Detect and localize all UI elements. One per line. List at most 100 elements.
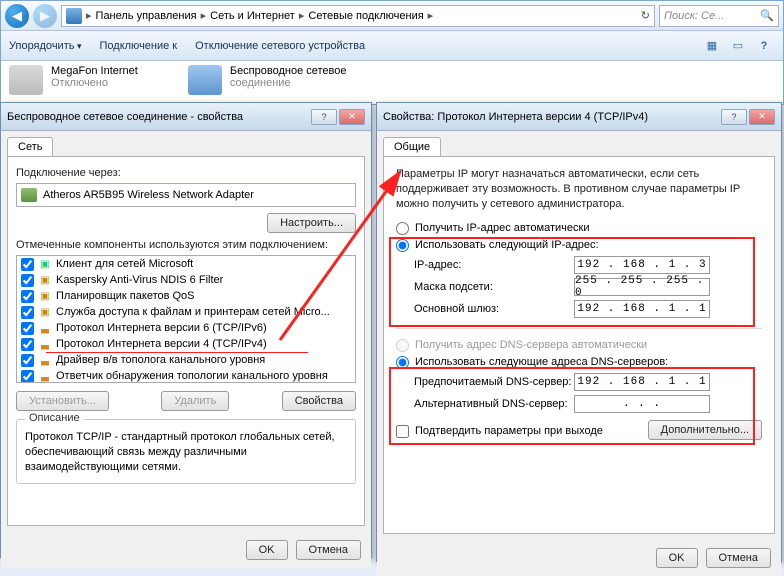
subnet-mask-label: Маска подсети: xyxy=(414,281,574,293)
help-button[interactable]: ? xyxy=(311,109,337,125)
toolbar: Упорядочить Подключение к Отключение сет… xyxy=(1,31,783,61)
subnet-mask-field[interactable]: 255 . 255 . 255 . 0 xyxy=(574,278,710,296)
search-input[interactable]: Поиск: Се... 🔍 xyxy=(659,5,779,27)
component-checkbox[interactable] xyxy=(21,354,34,367)
connection-name: Беспроводное сетевое xyxy=(230,65,347,77)
connect-via-label: Подключение через: xyxy=(16,167,356,179)
service-icon: ▣ xyxy=(38,289,52,303)
radio-obtain-dns-auto xyxy=(396,339,409,352)
dns2-label: Альтернативный DNS-сервер: xyxy=(414,398,574,410)
dialog-footer: OK Отмена xyxy=(1,532,371,568)
close-button[interactable]: ✕ xyxy=(339,109,365,125)
component-label: Драйвер в/в тополога канального уровня xyxy=(56,354,265,366)
breadcrumb-item[interactable]: Сетевые подключения xyxy=(308,10,423,22)
breadcrumb[interactable]: ▸ Панель управления ▸ Сеть и Интернет ▸ … xyxy=(61,5,655,27)
organize-menu[interactable]: Упорядочить xyxy=(9,40,82,52)
forward-button[interactable]: ▶ xyxy=(33,4,57,28)
dns1-field[interactable]: 192 . 168 . 1 . 1 xyxy=(574,373,710,391)
validate-checkbox[interactable] xyxy=(396,425,409,438)
radio-use-dns[interactable] xyxy=(396,356,409,369)
component-label: Ответчик обнаружения топологии канальног… xyxy=(56,370,328,382)
configure-button[interactable]: Настроить... xyxy=(267,213,356,233)
component-checkbox[interactable] xyxy=(21,338,34,351)
help-button[interactable]: ? xyxy=(721,109,747,125)
dialog-title: Беспроводное сетевое соединение - свойст… xyxy=(7,111,243,123)
highlight-underline xyxy=(46,352,308,353)
radio-label: Использовать следующие адреса DNS-сервер… xyxy=(415,356,668,368)
protocol-icon: ▃ xyxy=(38,369,52,383)
disable-device-button[interactable]: Отключение сетевого устройства xyxy=(195,40,365,52)
dialog-title: Свойства: Протокол Интернета версии 4 (T… xyxy=(383,111,648,123)
protocol-icon: ▃ xyxy=(38,321,52,335)
connection-properties-dialog: Беспроводное сетевое соединение - свойст… xyxy=(0,102,372,558)
component-checkbox[interactable] xyxy=(21,306,34,319)
protocol-icon: ▃ xyxy=(38,353,52,367)
tab-network[interactable]: Сеть xyxy=(7,137,53,156)
radio-label: Получить адрес DNS-сервера автоматически xyxy=(415,339,647,351)
radio-label: Получить IP-адрес автоматически xyxy=(415,222,589,234)
component-label: Kaspersky Anti-Virus NDIS 6 Filter xyxy=(56,274,223,286)
protocol-icon: ▃ xyxy=(38,337,52,351)
component-checkbox[interactable] xyxy=(21,274,34,287)
properties-button[interactable]: Свойства xyxy=(282,391,356,411)
ip-address-field[interactable]: 192 . 168 . 1 . 3 xyxy=(574,256,710,274)
component-checkbox[interactable] xyxy=(21,370,34,383)
component-label: Клиент для сетей Microsoft xyxy=(56,258,193,270)
connect-to-button[interactable]: Подключение к xyxy=(100,40,178,52)
ok-button[interactable]: OK xyxy=(246,540,288,560)
tab-body: Подключение через: Atheros AR5B95 Wirele… xyxy=(7,156,365,526)
components-label: Отмеченные компоненты используются этим … xyxy=(16,239,356,251)
view-icon[interactable]: ▦ xyxy=(701,35,723,57)
advanced-button[interactable]: Дополнительно... xyxy=(648,420,762,440)
adapter-name: Atheros AR5B95 Wireless Network Adapter xyxy=(43,189,254,201)
component-label: Служба доступа к файлам и принтерам сете… xyxy=(56,306,330,318)
close-button[interactable]: ✕ xyxy=(749,109,775,125)
titlebar: Свойства: Протокол Интернета версии 4 (T… xyxy=(377,103,781,131)
tab-general[interactable]: Общие xyxy=(383,137,441,156)
connection-status: соединение xyxy=(230,77,347,89)
connection-status: Отключено xyxy=(51,77,138,89)
radio-label: Использовать следующий IP-адрес: xyxy=(415,239,599,251)
cancel-button[interactable]: Отмена xyxy=(706,548,771,568)
description-text: Параметры IP могут назначаться автоматич… xyxy=(396,167,762,212)
connection-item[interactable]: Беспроводное сетевое соединение xyxy=(188,65,347,95)
address-bar: ◀ ▶ ▸ Панель управления ▸ Сеть и Интерне… xyxy=(1,1,783,31)
description-group: Описание Протокол TCP/IP - стандартный п… xyxy=(16,419,356,484)
install-button[interactable]: Установить... xyxy=(16,391,109,411)
component-label: Планировщик пакетов QoS xyxy=(56,290,195,302)
tabstrip: Общие xyxy=(377,131,781,156)
adapter-icon xyxy=(21,188,37,202)
radio-use-ip[interactable] xyxy=(396,239,409,252)
control-panel-icon xyxy=(66,8,82,24)
remove-button[interactable]: Удалить xyxy=(161,391,229,411)
service-icon: ▣ xyxy=(38,305,52,319)
components-list[interactable]: ▣ Клиент для сетей Microsoft ▣ Kaspersky A… xyxy=(16,255,356,383)
ok-button[interactable]: OK xyxy=(656,548,698,568)
component-label: Протокол Интернета версии 6 (TCP/IPv6) xyxy=(56,322,267,334)
dns1-label: Предпочитаемый DNS-сервер: xyxy=(414,376,574,388)
cancel-button[interactable]: Отмена xyxy=(296,540,361,560)
description-text: Протокол TCP/IP - стандартный протокол г… xyxy=(25,430,347,475)
client-icon: ▣ xyxy=(38,257,52,271)
preview-icon[interactable]: ▭ xyxy=(727,35,749,57)
back-button[interactable]: ◀ xyxy=(5,4,29,28)
network-icon xyxy=(9,65,43,95)
adapter-field: Atheros AR5B95 Wireless Network Adapter xyxy=(16,183,356,207)
component-checkbox[interactable] xyxy=(21,258,34,271)
validate-label: Подтвердить параметры при выходе xyxy=(415,425,603,437)
ipv4-properties-dialog: Свойства: Протокол Интернета версии 4 (T… xyxy=(376,102,782,562)
component-checkbox[interactable] xyxy=(21,290,34,303)
dns2-field[interactable]: . . . xyxy=(574,395,710,413)
component-checkbox[interactable] xyxy=(21,322,34,335)
service-icon: ▣ xyxy=(38,273,52,287)
tabstrip: Сеть xyxy=(1,131,371,156)
connection-item[interactable]: MegaFon Internet Отключено xyxy=(9,65,138,95)
component-label: Протокол Интернета версии 4 (TCP/IPv4) xyxy=(56,338,267,350)
radio-obtain-ip-auto[interactable] xyxy=(396,222,409,235)
gateway-field[interactable]: 192 . 168 . 1 . 1 xyxy=(574,300,710,318)
breadcrumb-item[interactable]: Сеть и Интернет xyxy=(210,10,295,22)
refresh-icon[interactable]: ↻ xyxy=(641,9,650,22)
help-icon[interactable]: ? xyxy=(753,35,775,57)
explorer-window: ◀ ▶ ▸ Панель управления ▸ Сеть и Интерне… xyxy=(0,0,784,105)
breadcrumb-item[interactable]: Панель управления xyxy=(96,10,197,22)
